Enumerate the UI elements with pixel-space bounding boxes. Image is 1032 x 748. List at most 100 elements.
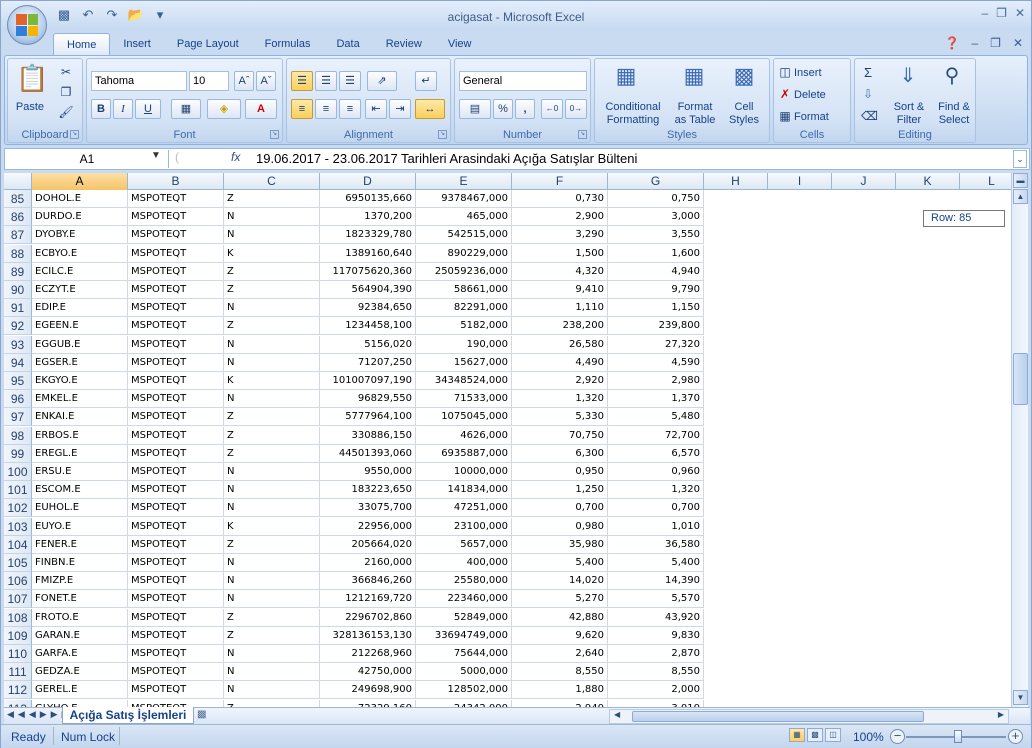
table-cell[interactable]: 5,400	[512, 554, 608, 572]
copy-icon[interactable]: ❐	[58, 85, 74, 99]
table-cell[interactable]: MSPOTEQT	[128, 554, 224, 572]
table-cell[interactable]: FINBN.E	[32, 554, 128, 572]
table-cell[interactable]: 5777964,100	[320, 408, 416, 427]
column-header-h[interactable]: H	[704, 173, 768, 190]
table-cell[interactable]: MSPOTEQT	[128, 426, 224, 445]
table-cell[interactable]: EUHOL.E	[32, 499, 128, 518]
percent-button[interactable]: %	[493, 99, 513, 119]
table-cell[interactable]: 5,480	[608, 408, 704, 427]
table-cell[interactable]: 82291,000	[416, 299, 512, 318]
tab-formulas[interactable]: Formulas	[252, 33, 324, 55]
table-cell[interactable]: MSPOTEQT	[128, 317, 224, 336]
table-cell[interactable]: 9,830	[608, 626, 704, 645]
table-cell[interactable]: 1,500	[512, 244, 608, 263]
table-cell[interactable]: MSPOTEQT	[128, 645, 224, 663]
table-cell[interactable]: 6,300	[512, 444, 608, 463]
table-cell[interactable]: ECBYO.E	[32, 244, 128, 263]
row-header[interactable]: 86	[4, 208, 32, 227]
dialog-launcher-icon[interactable]: ↘	[70, 130, 79, 139]
table-cell[interactable]: 330886,150	[320, 426, 416, 445]
row-header[interactable]: 113	[4, 699, 32, 707]
table-cell[interactable]: GARFA.E	[32, 645, 128, 663]
table-cell[interactable]: 44501393,060	[320, 444, 416, 463]
font-size-select[interactable]: 10	[189, 71, 229, 91]
worksheet-grid[interactable]: ABCDEFGHIJKL Row: 85 85 DOHOL.E MSPOTEQT Z 6…	[4, 173, 1011, 707]
cell-styles-label[interactable]: Cell	[721, 101, 767, 113]
table-cell[interactable]: MSPOTEQT	[128, 463, 224, 481]
table-cell[interactable]: 75644,000	[416, 645, 512, 663]
table-cell[interactable]: 1389160,640	[320, 244, 416, 263]
table-cell[interactable]: ERBOS.E	[32, 426, 128, 445]
table-cell[interactable]: MSPOTEQT	[128, 572, 224, 591]
table-cell[interactable]: 564904,390	[320, 281, 416, 299]
table-cell[interactable]: 1,600	[608, 244, 704, 263]
column-header-d[interactable]: D	[320, 173, 416, 190]
table-cell[interactable]: GARAN.E	[32, 626, 128, 645]
table-cell[interactable]: ESCOM.E	[32, 481, 128, 500]
fill-icon[interactable]: ⇩	[861, 87, 875, 101]
table-cell[interactable]: 0,700	[608, 499, 704, 518]
table-cell[interactable]: EMKEL.E	[32, 390, 128, 409]
row-header[interactable]: 100	[4, 463, 32, 481]
name-box-dropdown-icon[interactable]: ▼	[151, 150, 161, 161]
table-cell[interactable]: MSPOTEQT	[128, 208, 224, 227]
decrease-indent-icon[interactable]: ⇤	[365, 99, 387, 119]
table-cell[interactable]: 141834,000	[416, 481, 512, 500]
table-cell[interactable]: 1823329,780	[320, 226, 416, 245]
row-header[interactable]: 91	[4, 299, 32, 318]
insert-cells-icon[interactable]: ◫	[778, 65, 792, 79]
table-cell[interactable]: 26,580	[512, 335, 608, 354]
format-as-table-label-2[interactable]: as Table	[671, 114, 719, 126]
row-header[interactable]: 104	[4, 535, 32, 554]
table-cell[interactable]: EREGL.E	[32, 444, 128, 463]
dialog-launcher-icon[interactable]: ↘	[438, 130, 447, 139]
table-cell[interactable]: 5000,000	[416, 663, 512, 682]
table-cell[interactable]: FENER.E	[32, 535, 128, 554]
table-cell[interactable]: 4,490	[512, 353, 608, 372]
table-cell[interactable]: MSPOTEQT	[128, 681, 224, 700]
table-cell[interactable]: 14,020	[512, 572, 608, 591]
orientation-icon[interactable]: ⇗	[367, 71, 397, 91]
scroll-down-icon[interactable]: ▼	[1013, 690, 1028, 705]
table-cell[interactable]: MSPOTEQT	[128, 590, 224, 609]
table-cell[interactable]: 2,920	[512, 372, 608, 390]
tab-insert[interactable]: Insert	[110, 33, 164, 55]
table-cell[interactable]: 0,700	[512, 499, 608, 518]
table-cell[interactable]: N	[224, 299, 320, 318]
row-header[interactable]: 95	[4, 372, 32, 390]
table-cell[interactable]: 1,880	[512, 681, 608, 700]
table-cell[interactable]: 4,590	[608, 353, 704, 372]
table-cell[interactable]: 2296702,860	[320, 608, 416, 627]
table-cell[interactable]: 42,880	[512, 608, 608, 627]
table-cell[interactable]: 71533,000	[416, 390, 512, 409]
fill-color-icon[interactable]: ◈	[207, 99, 241, 119]
table-cell[interactable]: FMIZP.E	[32, 572, 128, 591]
table-cell[interactable]: EGEEN.E	[32, 317, 128, 336]
row-header[interactable]: 92	[4, 317, 32, 336]
row-header[interactable]: 87	[4, 226, 32, 245]
row-header[interactable]: 101	[4, 481, 32, 500]
row-header[interactable]: 96	[4, 390, 32, 409]
table-cell[interactable]: N	[224, 353, 320, 372]
increase-decimal-icon[interactable]: ←0	[541, 99, 563, 119]
sheet-tab[interactable]: Açığa Satış İşlemleri	[62, 707, 194, 724]
sort-filter-icon[interactable]: ⇓	[895, 63, 921, 88]
table-cell[interactable]: GEREL.E	[32, 681, 128, 700]
column-header-c[interactable]: C	[224, 173, 320, 190]
insert-sheet-icon[interactable]: ▩	[197, 709, 206, 720]
cell-styles-icon[interactable]: ▩	[729, 63, 759, 89]
row-header[interactable]: 107	[4, 590, 32, 609]
align-bottom-icon[interactable]: ☰	[339, 71, 361, 91]
merge-center-icon[interactable]: ↔	[415, 99, 445, 119]
table-cell[interactable]: K	[224, 517, 320, 536]
table-cell[interactable]: Z	[224, 444, 320, 463]
table-cell[interactable]: EGGUB.E	[32, 335, 128, 354]
table-cell[interactable]: 238,200	[512, 317, 608, 336]
table-cell[interactable]: 1,150	[608, 299, 704, 318]
currency-icon[interactable]: ▤	[459, 99, 491, 119]
cut-icon[interactable]: ✂	[58, 65, 74, 79]
table-cell[interactable]: 14,390	[608, 572, 704, 591]
table-cell[interactable]: 27,320	[608, 335, 704, 354]
table-cell[interactable]: 5,330	[512, 408, 608, 427]
table-cell[interactable]: 9,790	[608, 281, 704, 299]
